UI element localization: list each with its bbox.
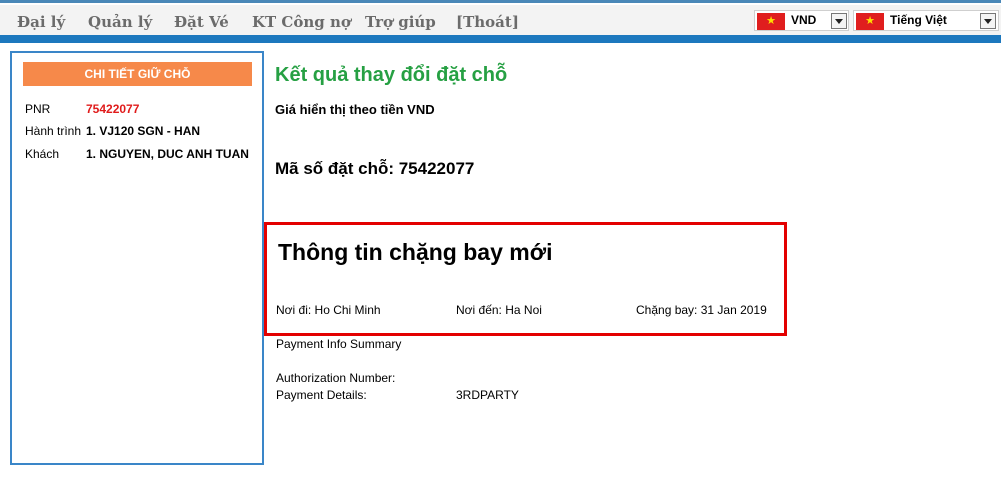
payment-details-label: Payment Details: xyxy=(276,388,367,402)
nav-item-help[interactable]: Trợ giúp xyxy=(365,13,436,31)
currency-select[interactable]: ★ VND xyxy=(754,10,849,31)
currency-value: VND xyxy=(791,13,817,27)
nav-item-booking[interactable]: Đặt Vé xyxy=(174,13,229,31)
booking-detail-panel: CHI TIẾT GIỮ CHỖ PNR 75422077 Hành trình… xyxy=(10,51,264,465)
panel-header: CHI TIẾT GIỮ CHỖ xyxy=(23,62,252,86)
segment-destination: Nơi đến: Ha Noi xyxy=(456,303,542,317)
top-bar: Đại lý Quản lý Đặt Vé KT Công nợ Trợ giú… xyxy=(0,0,1001,43)
segment-date: Chặng bay: 31 Jan 2019 xyxy=(636,303,767,317)
nav-bottom-bar xyxy=(0,35,1001,43)
segment-title: Thông tin chặng bay mới xyxy=(278,239,553,265)
page-title: Kết quả thay đổi đặt chỗ xyxy=(275,64,508,86)
chevron-down-icon[interactable] xyxy=(831,13,847,29)
nav-item-logout[interactable]: [Thoát] xyxy=(456,13,519,31)
pnr-value: 75422077 xyxy=(86,102,140,116)
chevron-down-icon[interactable] xyxy=(980,13,996,29)
payment-summary-label: Payment Info Summary xyxy=(276,337,402,351)
passenger-value: 1. NGUYEN, DUC ANH TUAN xyxy=(86,147,249,161)
language-select[interactable]: ★ Tiếng Việt xyxy=(853,10,999,31)
payment-details-value: 3RDPARTY xyxy=(456,388,519,402)
pnr-label: PNR xyxy=(25,102,51,116)
price-note: Giá hiển thị theo tiền VND xyxy=(275,102,435,117)
segment-origin: Nơi đi: Ho Chi Minh xyxy=(276,303,381,317)
vietnam-flag-icon: ★ xyxy=(856,13,884,30)
nav-item-agency[interactable]: Đại lý xyxy=(17,13,65,31)
language-value: Tiếng Việt xyxy=(890,13,947,27)
passenger-label: Khách xyxy=(25,147,60,161)
main-nav: Đại lý Quản lý Đặt Vé KT Công nợ Trợ giú… xyxy=(0,5,1001,35)
vietnam-flag-icon: ★ xyxy=(757,13,785,30)
nav-item-management[interactable]: Quản lý xyxy=(88,13,152,31)
authorization-label: Authorization Number: xyxy=(276,371,396,385)
top-accent-line xyxy=(0,0,1001,3)
route-value: 1. VJ120 SGN - HAN xyxy=(86,124,201,138)
booking-code: Mã số đặt chỗ: 75422077 xyxy=(275,159,475,178)
nav-item-debt[interactable]: KT Công nợ xyxy=(252,13,351,31)
route-label: Hành trình xyxy=(25,124,82,138)
